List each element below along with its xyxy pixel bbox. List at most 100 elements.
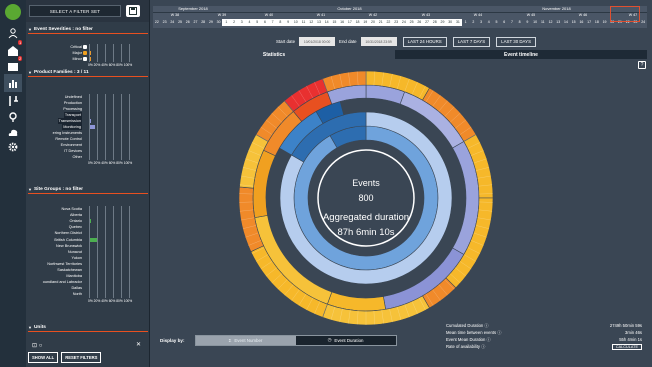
day-cell[interactable]: 12 — [547, 19, 555, 26]
day-cell[interactable]: 4 — [245, 19, 254, 26]
day-cell[interactable]: 19 — [361, 19, 370, 26]
last-30-days-button[interactable]: LAST 30 DAYS — [496, 36, 536, 47]
filter-row[interactable]: New Brunswick — [28, 243, 148, 249]
filter-row[interactable]: Minor — [28, 56, 148, 62]
day-cell[interactable]: 17 — [345, 19, 354, 26]
filter-row[interactable]: British Columbia — [28, 237, 148, 243]
filter-row[interactable]: North — [28, 291, 148, 297]
day-cell[interactable]: 2 — [469, 19, 477, 26]
day-cell[interactable]: 1 — [222, 19, 231, 26]
day-cell[interactable]: 18 — [593, 19, 601, 26]
day-cell[interactable]: 2 — [230, 19, 238, 26]
close-icon[interactable]: ✕ — [136, 341, 141, 348]
filter-row[interactable]: Saskatchewan — [28, 267, 148, 273]
day-cell[interactable]: 15 — [330, 19, 339, 26]
settings-icon[interactable] — [4, 138, 22, 156]
timeline-selection-marker[interactable] — [610, 6, 640, 22]
day-cell[interactable]: 5 — [493, 19, 501, 26]
filter-row[interactable]: oundland and Labrador — [28, 279, 148, 285]
day-cell[interactable]: 6 — [261, 19, 269, 26]
show-all-button[interactable]: SHOW ALL — [28, 352, 59, 363]
day-cell[interactable]: 6 — [500, 19, 508, 26]
day-cell[interactable]: 7 — [268, 19, 277, 26]
day-cell[interactable]: 11 — [299, 19, 308, 26]
tab-statistics[interactable]: Statistics — [153, 50, 395, 59]
filter-row[interactable]: Quebec — [28, 224, 148, 230]
day-cell[interactable]: 29 — [207, 19, 215, 26]
day-cell[interactable]: 27 — [192, 19, 200, 26]
start-date-input[interactable]: 10/01/2018 00:00 — [299, 37, 336, 46]
reset-filters-button[interactable]: RESET FILTERS — [61, 352, 102, 363]
select-filter-set-button[interactable]: SELECT A FILTER SET — [29, 5, 121, 17]
day-cell[interactable]: 24 — [639, 19, 647, 26]
event-severities-header[interactable]: ▼ Event Severities : no filter — [28, 25, 148, 34]
filter-row[interactable]: Northwest Territories — [28, 261, 148, 267]
day-cell[interactable]: 13 — [315, 19, 323, 26]
day-cell[interactable]: 10 — [531, 19, 539, 26]
timeline-strip[interactable]: September 2018 October 2018 November 201… — [153, 6, 647, 28]
day-cell[interactable]: 16 — [338, 19, 346, 26]
day-cell[interactable]: 25 — [176, 19, 184, 26]
day-cell[interactable]: 24 — [400, 19, 408, 26]
day-cell[interactable]: 20 — [369, 19, 377, 26]
day-cell[interactable]: 9 — [284, 19, 292, 26]
day-cell[interactable]: 14 — [322, 19, 331, 26]
day-cell[interactable]: 28 — [430, 19, 439, 26]
filter-row[interactable]: Dallas — [28, 285, 148, 291]
analytics-icon[interactable] — [4, 74, 22, 92]
day-cell[interactable]: 22 — [384, 19, 393, 26]
day-cell[interactable]: 23 — [392, 19, 400, 26]
filter-row[interactable]: Nunavut — [28, 249, 148, 255]
day-cell[interactable]: 18 — [353, 19, 362, 26]
filter-row[interactable]: Nova Scotia — [28, 206, 148, 212]
display-toggle[interactable]: Σ Event Number ◷ Event Duration — [194, 334, 397, 346]
tab-event-timeline[interactable]: Event timeline — [395, 50, 647, 59]
save-filter-button[interactable] — [126, 5, 140, 17]
unit-toggle-icon[interactable]: ⊡ ○ — [32, 342, 42, 349]
day-cell[interactable]: 3 — [477, 19, 485, 26]
day-cell[interactable]: 27 — [423, 19, 431, 26]
day-cell[interactable]: 21 — [376, 19, 385, 26]
filter-row[interactable]: Northern District — [28, 230, 148, 236]
day-cell[interactable]: 24 — [168, 19, 176, 26]
last-7-days-button[interactable]: LAST 7 DAYS — [452, 36, 491, 47]
event-duration-option[interactable]: ◷ Event Duration — [295, 335, 396, 345]
day-cell[interactable]: 14 — [562, 19, 570, 26]
product-families-header[interactable]: ▼ Product Families : 3 / 11 — [28, 68, 148, 77]
day-cell[interactable]: 31 — [454, 19, 462, 26]
sunburst-chart[interactable]: Events 800 Aggregated duration 87h 6min … — [228, 60, 504, 336]
day-cell[interactable]: 22 — [153, 19, 161, 26]
filter-row[interactable]: Manitoba — [28, 273, 148, 279]
day-cell[interactable]: 9 — [524, 19, 532, 26]
day-cell[interactable]: 3 — [237, 19, 246, 26]
day-cell[interactable]: 4 — [485, 19, 493, 26]
help-icon[interactable]: ? — [638, 61, 646, 69]
calculate-button[interactable]: CALCULATE — [611, 343, 642, 350]
day-cell[interactable]: 13 — [554, 19, 562, 26]
filter-row[interactable]: Other — [28, 154, 148, 160]
end-date-input[interactable]: 10/31/2018 23:59 — [360, 37, 397, 46]
day-cell[interactable]: 30 — [446, 19, 455, 26]
day-cell[interactable]: 25 — [407, 19, 416, 26]
day-cell[interactable]: 23 — [161, 19, 169, 26]
day-cell[interactable]: 15 — [570, 19, 578, 26]
filter-row[interactable]: Yukon — [28, 255, 148, 261]
day-cell[interactable]: 30 — [215, 19, 223, 26]
day-cell[interactable]: 17 — [585, 19, 593, 26]
day-cell[interactable]: 11 — [539, 19, 547, 26]
day-cell[interactable]: 16 — [578, 19, 586, 26]
filter-row[interactable]: Alberta — [28, 212, 148, 218]
day-cell[interactable]: 26 — [184, 19, 192, 26]
site-groups-header[interactable]: ▼ Site Groups : no filter — [28, 185, 148, 194]
last-24-hours-button[interactable]: LAST 24 HOURS — [402, 36, 447, 47]
day-cell[interactable]: 19 — [601, 19, 609, 26]
day-cell[interactable]: 1 — [462, 19, 470, 26]
day-cell[interactable]: 8 — [276, 19, 285, 26]
day-cell[interactable]: 26 — [415, 19, 424, 26]
filter-row[interactable]: Ontario — [28, 218, 148, 224]
day-strip[interactable]: 22 23 24 25 26 27 28 29 30 1 2 3 4 5 6 7 8 9 10 11 12 13 14 15 1… — [153, 19, 647, 26]
day-cell[interactable]: 8 — [516, 19, 524, 26]
day-cell[interactable]: 10 — [291, 19, 300, 26]
day-cell[interactable]: 29 — [438, 19, 447, 26]
day-cell[interactable]: 12 — [307, 19, 316, 26]
